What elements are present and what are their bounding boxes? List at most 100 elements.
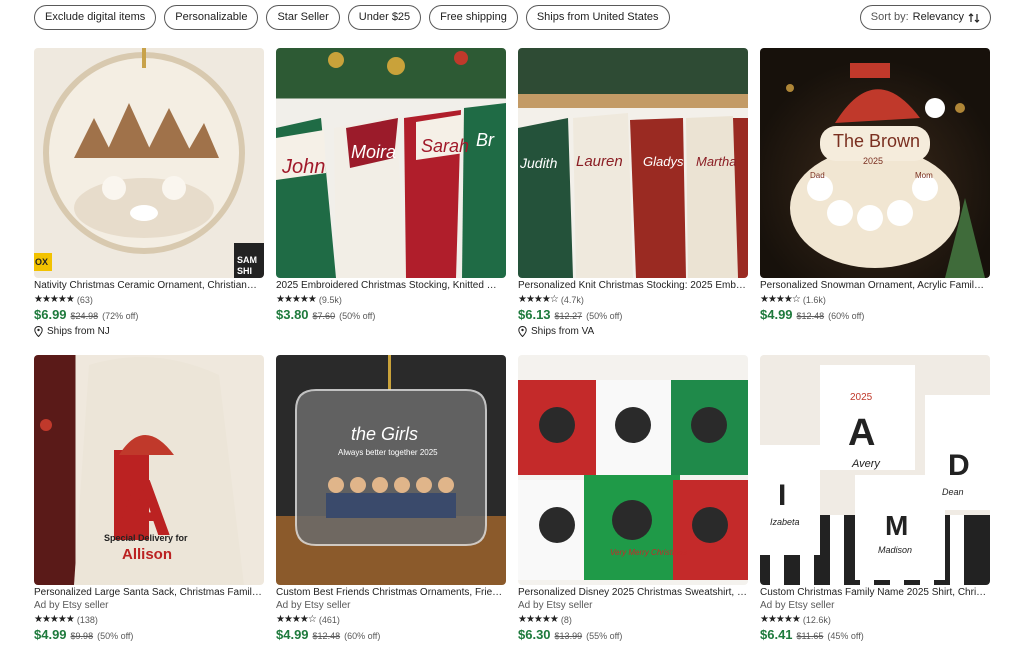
knit-stockings-art: Judith Lauren Gladys Martha xyxy=(518,113,748,278)
listing-card[interactable]: John Moira Sarah Br 2025 Embroidered Chr… xyxy=(276,48,506,355)
listing-card[interactable]: the Girls Always better together 2025 Cu… xyxy=(276,355,506,652)
sale-price: $3.80 xyxy=(276,307,309,322)
sale-price: $6.30 xyxy=(518,627,551,642)
image-text: I xyxy=(778,479,786,512)
listing-image[interactable]: 2025 A Avery D Dean I Izabeta M Madison xyxy=(760,355,990,585)
image-text: the Girls xyxy=(351,424,418,444)
ad-label: Ad by Etsy seller xyxy=(760,600,835,611)
image-text: Martha xyxy=(696,154,736,169)
listing-title[interactable]: Nativity Christmas Ceramic Ornament, Chr… xyxy=(34,280,264,293)
listing-title[interactable]: 2025 Embroidered Christmas Stocking, Kni… xyxy=(276,280,506,293)
image-text: Sarah xyxy=(421,136,469,156)
filter-star-seller[interactable]: Star Seller xyxy=(266,5,340,30)
filter-exclude-digital[interactable]: Exclude digital items xyxy=(34,5,157,30)
image-text: SAM xyxy=(237,255,257,265)
listing-title[interactable]: Personalized Knit Christmas Stocking: 20… xyxy=(518,280,748,293)
price-row: $6.41 $11.65 (45% off) xyxy=(760,627,990,644)
price-row: $6.13 $12.27 (50% off) xyxy=(518,307,748,324)
original-price: $12.27 xyxy=(554,311,583,321)
rating: ★★★★☆ (461) xyxy=(276,613,506,626)
star-rating-icon: ★★★★★ xyxy=(276,294,317,305)
friends-ornament-art: the Girls Always better together 2025 xyxy=(295,355,487,546)
filter-free-shipping[interactable]: Free shipping xyxy=(429,5,518,30)
original-price: $13.99 xyxy=(554,631,583,641)
listing-title[interactable]: Custom Christmas Family Name 2025 Shirt,… xyxy=(760,587,990,600)
rating: ★★★★★ (8) xyxy=(518,613,748,626)
sale-price: $6.99 xyxy=(34,307,67,322)
price-row: $3.80 $7.60 (50% off) xyxy=(276,307,506,324)
listing-image[interactable]: Very Merry Christmas xyxy=(518,355,748,585)
image-text: M xyxy=(885,510,908,541)
ad-label: Ad by Etsy seller xyxy=(34,600,109,611)
image-text: OX xyxy=(35,257,48,267)
price-row: $4.99 $9.98 (50% off) xyxy=(34,627,264,644)
rating: ★★★★★ (12.6k) xyxy=(760,613,990,626)
filter-under-25[interactable]: Under $25 xyxy=(347,5,422,30)
sale-price: $4.99 xyxy=(34,627,67,642)
review-count: (8) xyxy=(560,614,572,625)
filter-ships-from-us[interactable]: Ships from United States xyxy=(525,5,670,30)
listing-title[interactable]: Personalized Disney 2025 Christmas Sweat… xyxy=(518,587,748,600)
listing-card[interactable]: The Brown 2025 Dad Mom Personalized Snow… xyxy=(760,48,990,355)
discount: (60% off) xyxy=(828,311,865,321)
original-price: $11.65 xyxy=(796,631,824,641)
image-text: Dad xyxy=(810,171,825,180)
disney-sweatshirts-art: Very Merry Christmas xyxy=(518,380,748,580)
sort-button[interactable]: Sort by: Relevancy xyxy=(859,5,991,30)
listing-card[interactable]: SAM SHI OX Nativity Christmas Ceramic Or… xyxy=(34,48,264,355)
location-pin-icon xyxy=(518,326,527,337)
listing-image[interactable]: SAM SHI OX xyxy=(34,48,264,278)
image-text: Very Merry Christmas xyxy=(610,548,687,557)
listing-card[interactable]: Judith Lauren Gladys Martha Personalized… xyxy=(518,48,748,355)
filter-personalizable[interactable]: Personalizable xyxy=(164,5,259,30)
listing-title[interactable]: Custom Best Friends Christmas Ornaments,… xyxy=(276,587,506,600)
rating: ★★★★★ (9.5k) xyxy=(276,293,506,306)
sort-value: Relevancy xyxy=(912,11,964,23)
image-text: John xyxy=(281,156,325,178)
review-count: (4.7k) xyxy=(560,294,584,305)
discount: (72% off) xyxy=(102,311,139,321)
image-text: Lauren xyxy=(576,153,623,170)
rating: ★★★★★ (138) xyxy=(34,613,264,626)
listing-card[interactable]: 2025 A Avery D Dean I Izabeta M Madison … xyxy=(760,355,990,652)
location-pin-icon xyxy=(34,326,43,337)
image-text: Always better together 2025 xyxy=(338,448,438,457)
listing-image[interactable]: John Moira Sarah Br xyxy=(276,48,506,278)
listing-image[interactable]: Judith Lauren Gladys Martha xyxy=(518,48,748,278)
santa-sack-art: A Special Delivery for Allison xyxy=(40,357,244,585)
rating: ★★★★★ (63) xyxy=(34,293,264,306)
image-text: A xyxy=(848,412,875,454)
image-text: SHI xyxy=(237,266,252,276)
listing-card[interactable]: A Special Delivery for Allison Personali… xyxy=(34,355,264,652)
sale-price: $6.13 xyxy=(518,307,551,322)
listing-image[interactable]: the Girls Always better together 2025 xyxy=(276,355,506,585)
image-text: Judith xyxy=(519,155,558,171)
original-price: $12.48 xyxy=(796,311,825,321)
price-row: $4.99 $12.48 (60% off) xyxy=(760,307,990,324)
original-price: $12.48 xyxy=(312,631,341,641)
image-text: Br xyxy=(476,130,495,150)
image-text: The Brown xyxy=(833,131,920,151)
image-text: Dean xyxy=(942,487,964,497)
sale-price: $4.99 xyxy=(276,627,309,642)
sale-price: $4.99 xyxy=(760,307,793,322)
listing-title[interactable]: Personalized Large Santa Sack, Christmas… xyxy=(34,587,264,600)
listing-title[interactable]: Personalized Snowman Ornament, Acrylic F… xyxy=(760,280,990,293)
listing-image[interactable]: The Brown 2025 Dad Mom xyxy=(760,48,990,278)
review-count: (63) xyxy=(76,294,93,305)
discount: (50% off) xyxy=(339,311,376,321)
family-shirts-art: 2025 A Avery D Dean I Izabeta M Madison xyxy=(760,365,990,585)
listing-card[interactable]: Very Merry Christmas Personalized Disney… xyxy=(518,355,748,652)
image-text: Gladys xyxy=(643,154,684,169)
listing-image[interactable]: A Special Delivery for Allison xyxy=(34,355,264,585)
review-count: (9.5k) xyxy=(318,294,342,305)
image-text: D xyxy=(948,449,970,482)
price-row: $4.99 $12.48 (60% off) xyxy=(276,627,506,644)
star-rating-icon: ★★★★★ xyxy=(34,614,75,625)
ships-from-text: Ships from VA xyxy=(531,326,595,337)
filter-chips: Exclude digital items Personalizable Sta… xyxy=(34,5,670,30)
star-rating-icon: ★★★★★ xyxy=(760,614,801,625)
image-text: Madison xyxy=(878,545,912,555)
image-text: Mom xyxy=(915,171,933,180)
nativity-ornament-art: SAM SHI OX xyxy=(34,48,264,278)
